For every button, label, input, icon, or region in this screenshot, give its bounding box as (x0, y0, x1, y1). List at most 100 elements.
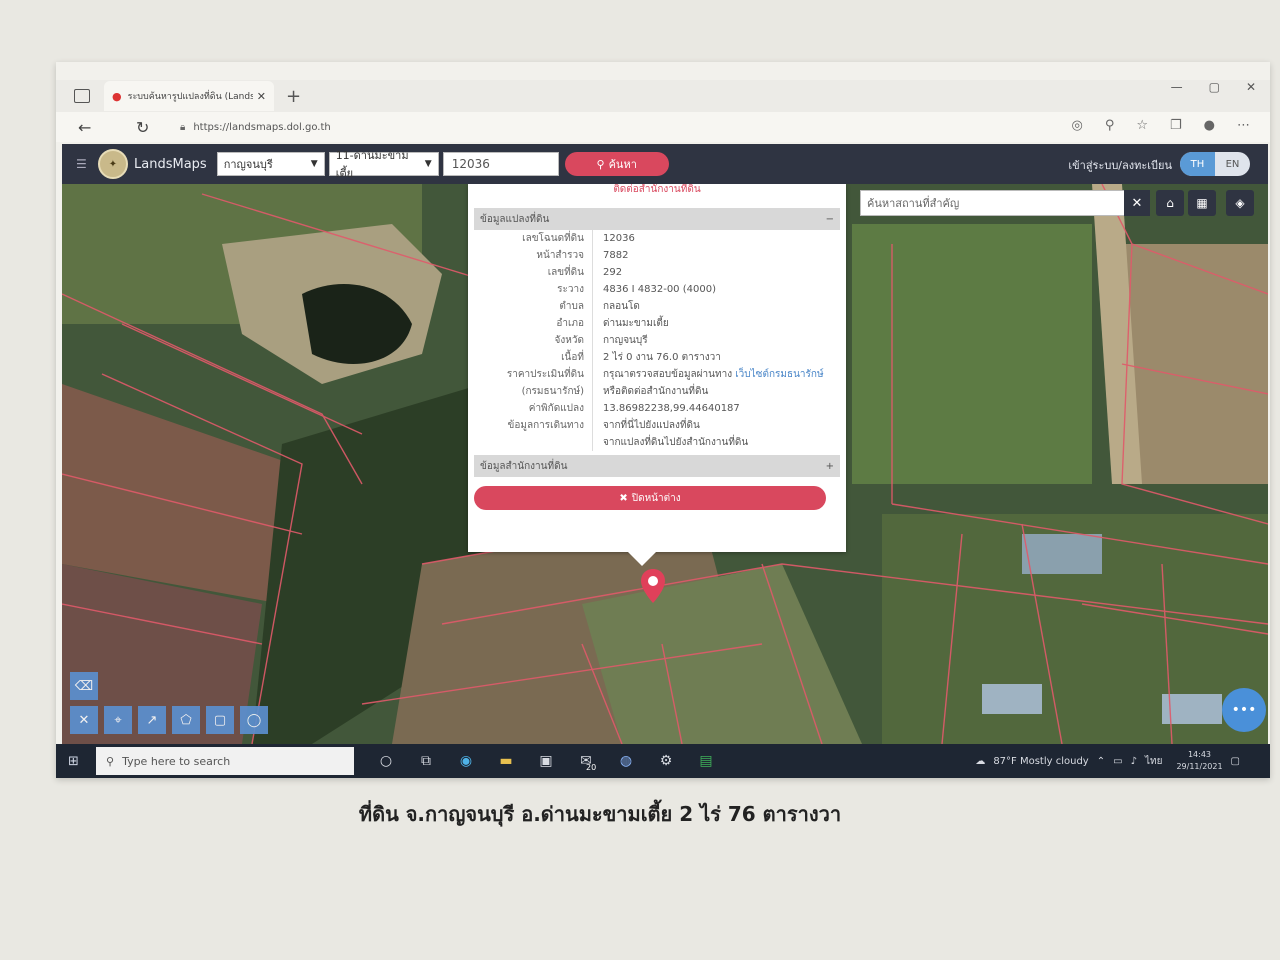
row-value: กลอนโด (603, 301, 640, 312)
measure-tool-icon[interactable]: ✕ (70, 706, 98, 734)
close-window-button[interactable]: ✕ (1246, 80, 1256, 94)
system-tray: ☁ 87°F Mostly cloudy ⌃ ▭ ♪ ไทย 14:43 29/… (975, 744, 1240, 778)
section-office-title: ข้อมูลสำนักงานที่ดิน (480, 460, 568, 472)
treasury-website-link[interactable]: เว็บไซต์กรมธนารักษ์ (735, 369, 823, 380)
eraser-icon[interactable]: ⌫ (70, 672, 98, 700)
cortana-icon[interactable]: ○ (378, 753, 394, 769)
collections-icon[interactable]: ❐ (1170, 118, 1182, 133)
circle-tool-icon[interactable]: ◯ (240, 706, 268, 734)
table-row: เลขโฉนดที่ดิน 12036 (474, 230, 828, 247)
task-view-icon[interactable]: ⧉ (418, 753, 434, 769)
place-search-input[interactable]: ค้นหาสถานที่สำคัญ (860, 190, 1130, 216)
notification-icon[interactable]: ▢ (1231, 756, 1240, 767)
clear-search-button[interactable]: ✕ (1124, 190, 1150, 216)
route-to-office-link[interactable]: จากแปลงที่ดินไปยังสำนักงานที่ดิน (593, 434, 828, 451)
browser-tab[interactable]: ● ระบบค้นหารูปแปลงที่ดิน (LandsMaps) ✕ (104, 81, 274, 111)
coordinates-link[interactable]: 13.86982238,99.44640187 (593, 400, 828, 417)
network-icon[interactable]: ▭ (1113, 756, 1122, 767)
more-menu-icon[interactable]: ⋯ (1237, 118, 1250, 133)
ime-lang[interactable]: ไทย (1145, 754, 1162, 769)
province-select-value: กาญจนบุรี (223, 158, 273, 171)
table-row: ระวาง 4836 I 4832-00 (4000) (474, 281, 828, 298)
mail-badge: 20 (586, 763, 597, 772)
url-field[interactable]: 🔒︎ https://landsmaps.dol.go.th (180, 122, 331, 133)
hamburger-menu-icon[interactable]: ☰ (76, 157, 92, 171)
row-key: หน้าสำรวจ (474, 247, 593, 264)
clock[interactable]: 14:43 29/11/2021 (1176, 749, 1222, 773)
chrome-icon[interactable]: ◍ (618, 753, 634, 769)
settings-gear-icon[interactable]: ⚙ (658, 753, 674, 769)
row-key: จังหวัด (474, 332, 593, 349)
close-tab-icon[interactable]: ✕ (257, 90, 266, 103)
file-explorer-icon[interactable]: ▬ (498, 753, 514, 769)
minimize-button[interactable]: — (1171, 80, 1183, 94)
row-value: 292 (603, 267, 623, 278)
chat-icon[interactable]: ••• (1222, 688, 1266, 732)
location-marker-icon[interactable] (640, 568, 666, 604)
section-office-header[interactable]: ข้อมูลสำนักงานที่ดิน + (474, 455, 840, 477)
province-select[interactable]: กาญจนบุรี ▼ (216, 152, 325, 176)
close-button-label: ปิดหน้าต่าง (631, 492, 681, 504)
tab-actions-icon[interactable] (74, 89, 90, 103)
tracking-icon[interactable]: ⚲ (1105, 118, 1115, 133)
photo-caption: ที่ดิน จ.กาญจนบุรี อ.ด่านมะขามเตี้ย 2 ไร… (358, 802, 842, 826)
lang-th[interactable]: TH (1180, 152, 1215, 176)
chevron-down-icon: ▼ (424, 159, 432, 169)
maximize-button[interactable]: ▢ (1209, 80, 1220, 94)
window-controls: — ▢ ✕ (1171, 80, 1256, 94)
language-toggle[interactable]: TH EN (1180, 152, 1250, 176)
chevron-up-icon[interactable]: ⌃ (1097, 756, 1105, 767)
url-text: https://landsmaps.dol.go.th (193, 121, 331, 133)
map-canvas[interactable]: ค้นหาสถานที่สำคัญ ✕ ⌂ ▦ ◈ ติดต่อสำนักงาน… (62, 184, 1268, 744)
route-to-parcel-link[interactable]: จากที่นี่ไปยังแปลงที่ดิน (593, 417, 828, 434)
row-key: (กรมธนารักษ์) (474, 383, 593, 400)
polyline-tool-icon[interactable]: ↗ (138, 706, 166, 734)
mail-icon[interactable]: ✉ 20 (578, 753, 597, 772)
location-icon[interactable]: ◎ (1071, 118, 1082, 133)
close-window-popup-button[interactable]: ✖ ปิดหน้าต่าง (474, 486, 826, 510)
polygon-tool-icon[interactable]: ⬠ (172, 706, 200, 734)
dol-logo: ✦ (98, 149, 128, 179)
back-arrow-icon[interactable]: ← (78, 118, 100, 137)
browser-tab-bar: ● ระบบค้นหารูปแปลงที่ดิน (LandsMaps) ✕ +… (56, 80, 1270, 112)
favorites-star-icon[interactable]: ☆ (1136, 118, 1148, 133)
lang-en[interactable]: EN (1215, 152, 1250, 176)
section-parcel-header[interactable]: ข้อมูลแปลงที่ดิน − (474, 208, 840, 230)
marker-tool-icon[interactable]: ⌖ (104, 706, 132, 734)
clock-date: 29/11/2021 (1176, 762, 1223, 771)
volume-icon[interactable]: ♪ (1131, 756, 1137, 767)
chevron-down-icon: ▼ (310, 159, 318, 169)
reload-icon[interactable]: ↻ (136, 118, 158, 137)
windows-start-icon[interactable]: ⊞ (68, 754, 84, 769)
photographed-screen: ● ระบบค้นหารูปแปลงที่ดิน (LandsMaps) ✕ +… (56, 62, 1270, 778)
district-select[interactable]: 11-ด่านมะขามเตี้ย ▼ (328, 149, 439, 180)
table-row: หน้าสำรวจ 7882 (474, 247, 828, 264)
collapse-icon[interactable]: − (826, 214, 834, 225)
login-link[interactable]: เข้าสู่ระบบ/ลงทะเบียน (1068, 156, 1172, 174)
edge-browser-icon[interactable]: ◉ (458, 753, 474, 769)
profile-icon[interactable]: ● (1204, 118, 1215, 133)
rectangle-tool-icon[interactable]: ▢ (206, 706, 234, 734)
table-row: เลขที่ดิน 292 (474, 264, 828, 281)
table-row: อำเภอ ด่านมะขามเตี้ย (474, 315, 828, 332)
row-value: หรือติดต่อสำนักงานที่ดิน (603, 386, 709, 397)
weather-text[interactable]: 87°F Mostly cloudy (993, 756, 1088, 767)
store-icon[interactable]: ▣ (538, 753, 554, 769)
parcel-number-input[interactable]: 12036 (442, 152, 559, 176)
row-value: กรุณาตรวจสอบข้อมูลผ่านทาง เว็บไซต์กรมธนา… (593, 366, 828, 383)
expand-icon[interactable]: + (826, 461, 834, 472)
row-value: 4836 I 4832-00 (4000) (603, 284, 716, 295)
home-icon[interactable]: ⌂ (1156, 190, 1184, 216)
layers-icon[interactable]: ◈ (1226, 190, 1254, 216)
grid-icon[interactable]: ▦ (1188, 190, 1216, 216)
row-value: 12036 (603, 233, 635, 244)
excel-icon[interactable]: ▤ (698, 753, 714, 769)
browser-toolbar-icons: ◎ ⚲ ☆ ❐ ● ⋯ (1071, 118, 1250, 133)
app-header: ☰ ✦ LandsMaps กาญจนบุรี ▼ 11-ด่านมะขามเต… (62, 144, 1268, 184)
taskbar-search[interactable]: ⚲ Type here to search (96, 747, 354, 775)
table-row: ข้อมูลการเดินทาง จากที่นี่ไปยังแปลงที่ดิน (474, 417, 828, 434)
new-tab-button[interactable]: + (286, 86, 301, 107)
search-button[interactable]: ⚲ ค้นหา (564, 152, 669, 176)
row-key: ตำบล (474, 298, 593, 315)
search-button-label: ค้นหา (608, 158, 637, 171)
